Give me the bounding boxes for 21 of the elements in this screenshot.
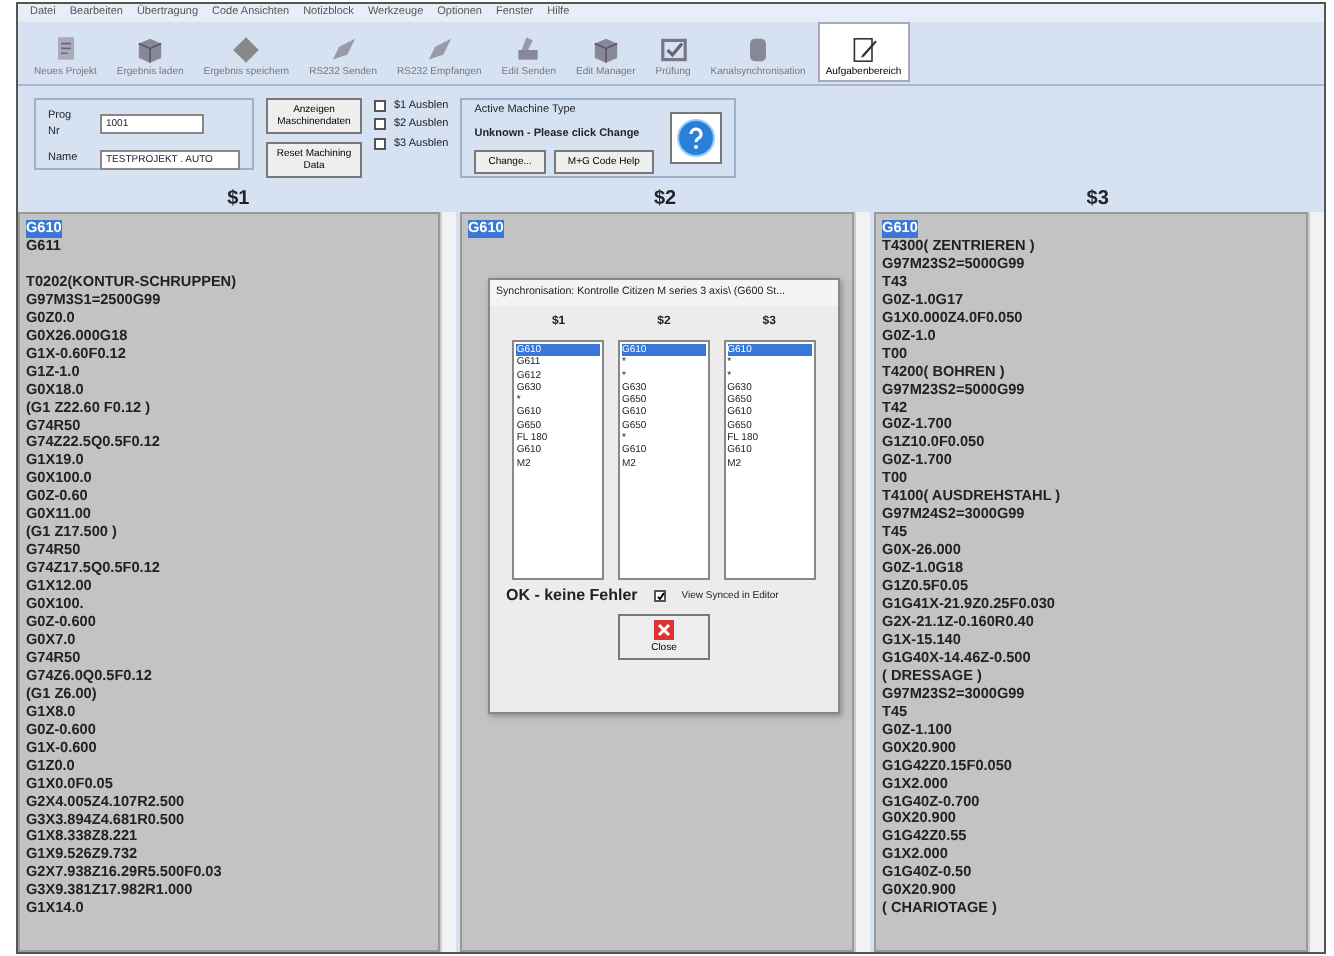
scrollbar[interactable]	[1308, 212, 1324, 952]
checkbox[interactable]	[374, 118, 386, 131]
scrollbar[interactable]	[440, 212, 456, 952]
code-editor[interactable]	[18, 212, 441, 952]
close-icon	[653, 619, 674, 640]
box-icon	[589, 34, 622, 66]
channel-header: $3	[1086, 188, 1109, 210]
channel-header: $1	[227, 188, 250, 210]
box-icon	[134, 34, 167, 66]
help-icon	[675, 118, 716, 158]
checkbox[interactable]	[374, 100, 386, 113]
help-button[interactable]	[669, 112, 722, 164]
status-text: OK - keine Fehler	[505, 587, 638, 606]
checklist-icon	[657, 34, 690, 66]
checkbox[interactable]	[374, 137, 386, 150]
code-editor[interactable]	[874, 212, 1309, 952]
channel-header: $2	[653, 188, 677, 210]
code-editor[interactable]	[459, 212, 855, 952]
diamond-icon	[230, 34, 263, 66]
scrollbar[interactable]	[854, 212, 871, 952]
checkbox[interactable]	[653, 590, 666, 603]
